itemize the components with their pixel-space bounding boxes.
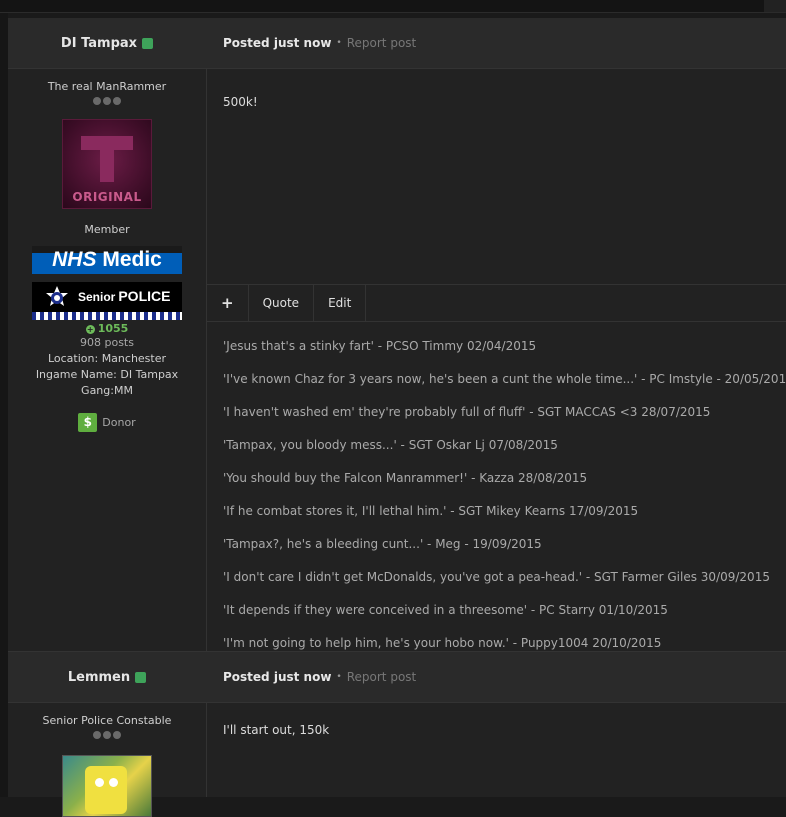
reputation-count: 1055 (97, 322, 129, 335)
rank-pip-icon (103, 97, 111, 105)
senior-word: Senior (78, 290, 116, 304)
post-date[interactable]: Posted just now (223, 670, 331, 684)
top-strip (0, 0, 786, 13)
signature-line: 'You should buy the Falcon Manrammer!' -… (223, 471, 588, 485)
quote-button[interactable]: Quote (249, 285, 315, 321)
rank-pip-icon (113, 97, 121, 105)
donor-badge: $ Donor (8, 413, 206, 432)
author-link[interactable]: DI Tampax (61, 36, 137, 51)
police-badge-text: Senior POLICE (78, 288, 170, 304)
user-group: Member (84, 223, 130, 236)
post-2: Lemmen Posted just now • Report post Sen… (8, 652, 786, 817)
author-info-column: Senior Police Constable (8, 703, 207, 817)
post-body: 500k! + Quote Edit 'Jesus that's a stink… (207, 69, 786, 651)
plus-circle-icon: + (85, 324, 95, 334)
post-meta: Posted just now • Report post (223, 652, 416, 702)
avatar-letter-stem (100, 136, 114, 182)
avatar-caption: ORIGINAL (72, 190, 142, 204)
meta-separator: • (336, 672, 342, 682)
signature-line: 'If he combat stores it, I'll lethal him… (223, 504, 639, 518)
edit-button[interactable]: Edit (314, 285, 367, 321)
author-name[interactable]: Lemmen (8, 652, 206, 702)
avatar[interactable]: ORIGINAL (62, 119, 152, 209)
user-title: The real ManRammer (47, 80, 167, 93)
reputation: +1055 (8, 322, 206, 335)
avatar-eye (95, 778, 104, 787)
online-status-icon (142, 37, 154, 49)
post-header: Lemmen Posted just now • Report post (8, 652, 786, 703)
rank-pip-icon (93, 731, 101, 739)
signature-line: 'I've known Chaz for 3 years now, he's b… (223, 372, 786, 386)
signature: 'Jesus that's a stinky fart' - PCSO Timm… (223, 330, 786, 660)
report-post-link[interactable]: Report post (347, 36, 417, 50)
donor-label: Donor (102, 416, 136, 429)
police-crest-icon (46, 286, 68, 306)
post-content: I'll start out, 150k (223, 723, 330, 737)
meta-separator: • (336, 38, 342, 48)
signature-line: 'Jesus that's a stinky fart' - PCSO Timm… (223, 339, 537, 353)
post-content: 500k! (223, 95, 258, 109)
post-header: DI Tampax Posted just now • Report post (8, 18, 786, 69)
location-field: Location: Manchester (47, 352, 167, 365)
post-count: 908 posts (80, 336, 134, 349)
avatar-eye (109, 778, 118, 787)
nhs-badge-text: NHS Medic (32, 246, 182, 274)
post-controls: + Quote Edit (207, 284, 786, 322)
nhs-medic-badge: NHS Medic (32, 246, 182, 274)
avatar-figure (85, 766, 127, 814)
online-status-icon (135, 671, 147, 683)
nhs-word: NHS (52, 248, 97, 271)
report-post-link[interactable]: Report post (347, 670, 417, 684)
ingame-name-field: Ingame Name: DI Tampax (35, 368, 179, 381)
gang-field: Gang:MM (81, 384, 133, 397)
signature-line: 'Tampax, you bloody mess...' - SGT Oskar… (223, 438, 558, 452)
dollar-icon: $ (78, 413, 98, 432)
author-info-column: The real ManRammer ORIGINAL Member NHS M… (8, 69, 207, 651)
rank-pips (8, 97, 206, 107)
post-meta: Posted just now • Report post (223, 18, 416, 68)
signature-line: 'It depends if they were conceived in a … (223, 603, 668, 617)
checker-band (32, 312, 182, 320)
post-body: I'll start out, 150k (207, 703, 786, 797)
avatar[interactable] (62, 755, 152, 817)
police-word: POLICE (118, 288, 171, 304)
rank-pip-icon (93, 97, 101, 105)
rank-pip-icon (113, 731, 121, 739)
page-left-edge (0, 0, 8, 797)
signature-line: 'I haven't washed em' they're probably f… (223, 405, 711, 419)
signature-line: 'Tampax?, he's a bleeding cunt...' - Meg… (223, 537, 542, 551)
post-date[interactable]: Posted just now (223, 36, 331, 50)
top-strip-block (764, 0, 786, 12)
author-name[interactable]: DI Tampax (8, 18, 206, 68)
author-link[interactable]: Lemmen (68, 670, 130, 685)
multiquote-button[interactable]: + (207, 285, 249, 321)
rank-pips (8, 731, 206, 741)
post-1: DI Tampax Posted just now • Report post … (8, 18, 786, 651)
signature-line: 'I don't care I didn't get McDonalds, yo… (223, 570, 770, 584)
senior-police-badge: Senior POLICE (32, 282, 182, 320)
medic-word: Medic (102, 248, 162, 271)
rank-pip-icon (103, 731, 111, 739)
user-title: Senior Police Constable (42, 714, 172, 727)
